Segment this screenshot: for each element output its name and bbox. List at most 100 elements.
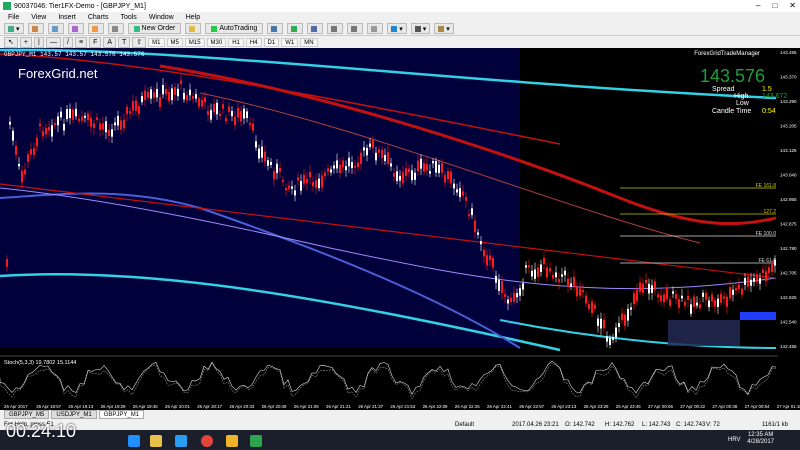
crosshair-button[interactable]: + (19, 36, 32, 48)
periods-button[interactable]: ▾ (410, 23, 431, 34)
candle-body (276, 163, 278, 173)
tab-gbpjpy-m5[interactable]: GBPJPY_M5 (4, 410, 50, 419)
minimize-icon[interactable]: – (756, 1, 760, 10)
candle-body (585, 295, 587, 304)
candle-body (168, 92, 170, 102)
time-tick-label: 26 Apr 20:01 (165, 404, 190, 409)
new-chart-button[interactable]: ▾ (4, 23, 24, 34)
menu-charts[interactable]: Charts (88, 14, 109, 21)
line-chart-icon (311, 25, 318, 32)
autotrading-button[interactable]: AutoTrading (205, 23, 264, 34)
candle-body (150, 89, 152, 99)
vertical-line-button[interactable]: | (33, 36, 44, 48)
timeframe-mn[interactable]: MN (300, 37, 318, 47)
candle-body (414, 172, 416, 180)
bar-chart-button[interactable] (267, 23, 284, 34)
chrome-icon[interactable] (201, 435, 213, 447)
terminal-button[interactable] (107, 23, 124, 34)
trendline-button[interactable]: / (62, 36, 73, 48)
candle-body (135, 100, 137, 111)
candle-body (714, 300, 716, 307)
channel-button[interactable]: ≡ (74, 36, 88, 48)
candle-body (519, 288, 521, 296)
tile-windows-button[interactable] (367, 23, 384, 34)
timeframe-w1[interactable]: W1 (281, 37, 299, 47)
candle-body (573, 276, 575, 287)
candle-body (138, 106, 140, 115)
price-chart[interactable]: FE 161.8 127.2 FE 100.0 FE 61.8 143.455 143.… (0, 48, 800, 410)
menu-tools[interactable]: Tools (120, 14, 136, 21)
recording-timer: 00:24:10 (6, 421, 77, 441)
candle-body (360, 152, 362, 164)
metatrader-icon[interactable] (250, 435, 262, 447)
menu-help[interactable]: Help (186, 14, 200, 21)
time-tick-label: 27 Apr 01:10 (777, 404, 800, 409)
fibo-button[interactable]: F (89, 36, 102, 48)
menu-file[interactable]: File (8, 14, 19, 21)
system-clock[interactable]: 12:35 AM 4/28/2017 (747, 432, 774, 446)
candle-body (48, 127, 50, 131)
chart-canvas[interactable]: FE 161.8 127.2 FE 100.0 FE 61.8 143.455 143.… (0, 48, 800, 410)
info-low: Low (712, 100, 749, 107)
tray-lang[interactable]: HRV (728, 437, 741, 443)
candle-body (33, 148, 35, 155)
line-chart-button[interactable] (307, 23, 324, 34)
maximize-icon[interactable]: □ (772, 1, 777, 10)
metaeditor-button[interactable] (185, 23, 202, 34)
candle-body (117, 115, 119, 126)
timeframe-d1[interactable]: D1 (263, 37, 280, 47)
candle-body (258, 148, 260, 159)
timeframe-m5[interactable]: M5 (166, 37, 183, 47)
edge-icon[interactable] (128, 435, 140, 447)
tab-usdjpy-m1[interactable]: USDJPY_M1 (51, 410, 97, 419)
arrow-button[interactable]: ⇧ (132, 36, 147, 48)
timeframe-m30[interactable]: M30 (206, 37, 227, 47)
candle-body (369, 143, 371, 147)
timeframe-h1[interactable]: H1 (228, 37, 244, 47)
close-icon[interactable]: ✕ (789, 1, 796, 10)
time-tick-label: 26 Apr 19:45 (133, 404, 158, 409)
candle-body (570, 283, 572, 287)
label-button[interactable]: T (118, 36, 131, 48)
data-window-button[interactable] (67, 23, 84, 34)
candle-body (198, 98, 200, 107)
horizontal-line-button[interactable]: — (45, 36, 61, 48)
navigator-icon (91, 25, 98, 32)
settings-gear-icon[interactable] (226, 435, 238, 447)
indicators-button[interactable]: ▾ (387, 23, 407, 34)
candle-body (522, 283, 524, 290)
candle-body (141, 96, 143, 103)
timeframe-m15[interactable]: M15 (184, 37, 205, 47)
navigator-button[interactable] (87, 23, 104, 34)
candle-body (402, 172, 404, 184)
zoom-out-button[interactable] (347, 23, 364, 34)
file-explorer-icon[interactable] (150, 435, 162, 447)
candle-body (216, 102, 218, 115)
candle-body (678, 299, 680, 308)
templates-button[interactable]: ▾ (434, 23, 454, 34)
candle-body (315, 180, 317, 188)
candle-body (75, 108, 77, 117)
candle-body (243, 108, 245, 119)
tab-gbpjpy-m1[interactable]: GBPJPY_M1 (98, 410, 145, 419)
market-watch-button[interactable] (47, 23, 64, 34)
text-button[interactable]: A (103, 36, 117, 48)
timeframe-h4[interactable]: H4 (245, 37, 262, 47)
candle-chart-button[interactable] (287, 23, 304, 34)
new-order-button[interactable]: New Order (127, 23, 182, 34)
skype-icon[interactable] (175, 435, 187, 447)
timeframe-m1[interactable]: M1 (148, 37, 165, 47)
menu-insert[interactable]: Insert (58, 14, 76, 21)
cursor-button[interactable]: ↖ (4, 36, 18, 48)
candle-body (582, 290, 584, 293)
candle-body (288, 185, 290, 189)
candle-body (474, 220, 476, 233)
menu-view[interactable]: View (31, 14, 46, 21)
tile-windows-icon (371, 25, 378, 32)
zoom-in-button[interactable] (327, 23, 344, 34)
candle-body (495, 275, 497, 283)
candle-body (468, 214, 470, 217)
menu-window[interactable]: Window (149, 14, 174, 21)
candle-body (291, 186, 293, 189)
profiles-button[interactable] (27, 23, 44, 34)
